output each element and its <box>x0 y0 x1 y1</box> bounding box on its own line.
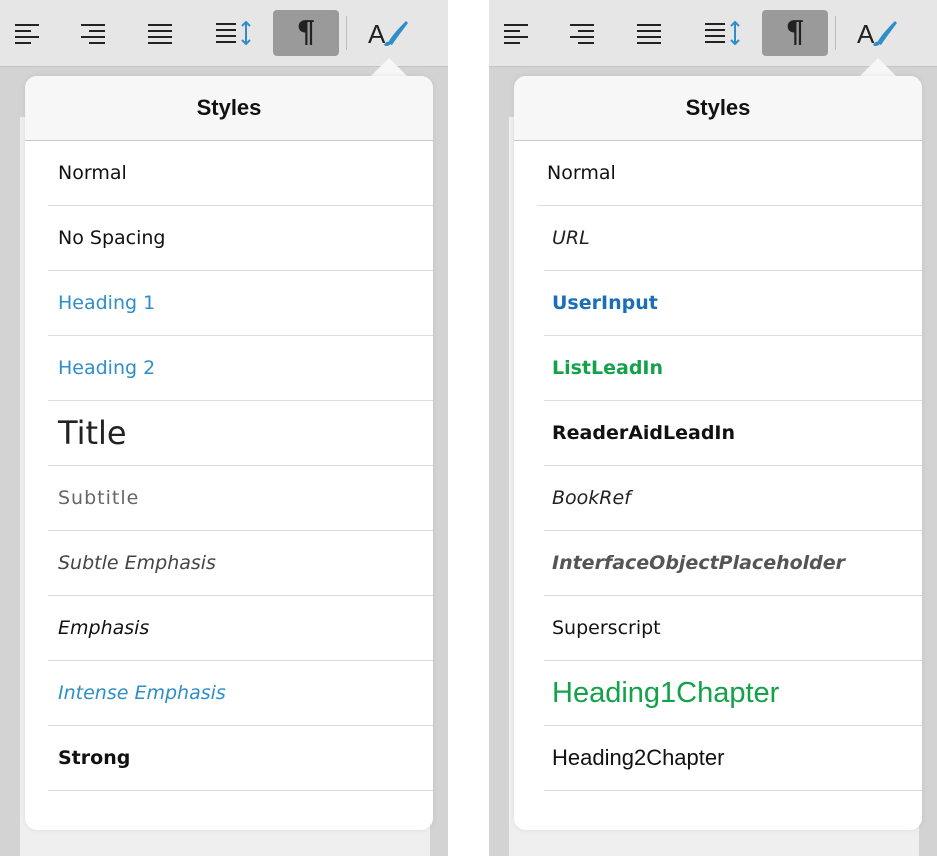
popover-title: Styles <box>685 95 751 120</box>
line-spacing-icon <box>216 20 251 46</box>
style-item-subtitle[interactable]: Subtitle <box>48 466 433 531</box>
styles-brush-icon: A <box>857 19 897 49</box>
align-left-icon <box>504 24 528 44</box>
style-list: Normal No Spacing Heading 1 Heading 2 Ti… <box>25 141 433 791</box>
line-spacing-icon <box>705 20 740 46</box>
format-toolbar: ¶ A <box>489 0 937 67</box>
style-item-url[interactable]: URL <box>544 206 922 271</box>
align-right-icon <box>81 24 105 44</box>
popover-arrow <box>858 58 898 78</box>
align-right-button[interactable] <box>66 10 120 56</box>
styles-popover: Styles Normal URL UserInput ListLeadIn R… <box>514 76 922 830</box>
styles-button[interactable]: A <box>360 10 414 56</box>
paragraph-marks-button[interactable]: ¶ <box>273 10 339 56</box>
style-item-intense-emphasis[interactable]: Intense Emphasis <box>48 661 433 726</box>
format-toolbar: ¶ A <box>0 0 448 67</box>
svg-text:A: A <box>857 19 875 49</box>
justify-icon <box>637 24 661 44</box>
popover-title: Styles <box>196 95 262 120</box>
line-spacing-button[interactable] <box>696 10 750 56</box>
style-item-userinput[interactable]: UserInput <box>544 271 922 336</box>
right-panel: ¶ A Styles Normal URL UserInput ListLead… <box>489 0 937 856</box>
style-item-normal[interactable]: Normal <box>537 141 922 206</box>
line-spacing-button[interactable] <box>207 10 261 56</box>
left-panel: ¶ A Styles Normal No Spacing Heading 1 H… <box>0 0 448 856</box>
justify-button[interactable] <box>622 10 676 56</box>
style-item-listleadin[interactable]: ListLeadIn <box>544 336 922 401</box>
style-item-superscript[interactable]: Superscript <box>544 596 922 661</box>
style-item-readeraidleadin[interactable]: ReaderAidLeadIn <box>544 401 922 466</box>
style-item-bookref[interactable]: BookRef <box>544 466 922 531</box>
style-item-heading1chapter[interactable]: Heading1Chapter <box>544 661 922 726</box>
toolbar-divider <box>835 16 836 50</box>
pilcrow-icon: ¶ <box>785 15 805 50</box>
style-item-no-spacing[interactable]: No Spacing <box>48 206 433 271</box>
paragraph-marks-button[interactable]: ¶ <box>762 10 828 56</box>
align-left-button[interactable] <box>489 10 543 56</box>
style-item-subtle-emphasis[interactable]: Subtle Emphasis <box>48 531 433 596</box>
style-item-heading-1[interactable]: Heading 1 <box>48 271 433 336</box>
align-right-icon <box>570 24 594 44</box>
popover-arrow <box>369 58 409 78</box>
align-left-button[interactable] <box>0 10 54 56</box>
styles-button[interactable]: A <box>849 10 903 56</box>
align-right-button[interactable] <box>555 10 609 56</box>
styles-popover: Styles Normal No Spacing Heading 1 Headi… <box>25 76 433 830</box>
style-item-heading2chapter[interactable]: Heading2Chapter <box>544 726 922 791</box>
style-item-strong[interactable]: Strong <box>48 726 433 791</box>
style-item-heading-2[interactable]: Heading 2 <box>48 336 433 401</box>
align-left-icon <box>15 24 39 44</box>
popover-header: Styles <box>514 76 922 141</box>
popover-header: Styles <box>25 76 433 141</box>
justify-icon <box>148 24 172 44</box>
style-list: Normal URL UserInput ListLeadIn ReaderAi… <box>514 141 922 791</box>
style-item-interfaceobjectplaceholder[interactable]: InterfaceObjectPlaceholder <box>544 531 922 596</box>
style-item-normal[interactable]: Normal <box>48 141 433 206</box>
svg-text:A: A <box>368 19 386 49</box>
style-item-emphasis[interactable]: Emphasis <box>48 596 433 661</box>
toolbar-divider <box>346 16 347 50</box>
pilcrow-icon: ¶ <box>296 15 316 50</box>
style-item-title[interactable]: Title <box>48 401 433 466</box>
styles-brush-icon: A <box>368 19 408 49</box>
justify-button[interactable] <box>133 10 187 56</box>
